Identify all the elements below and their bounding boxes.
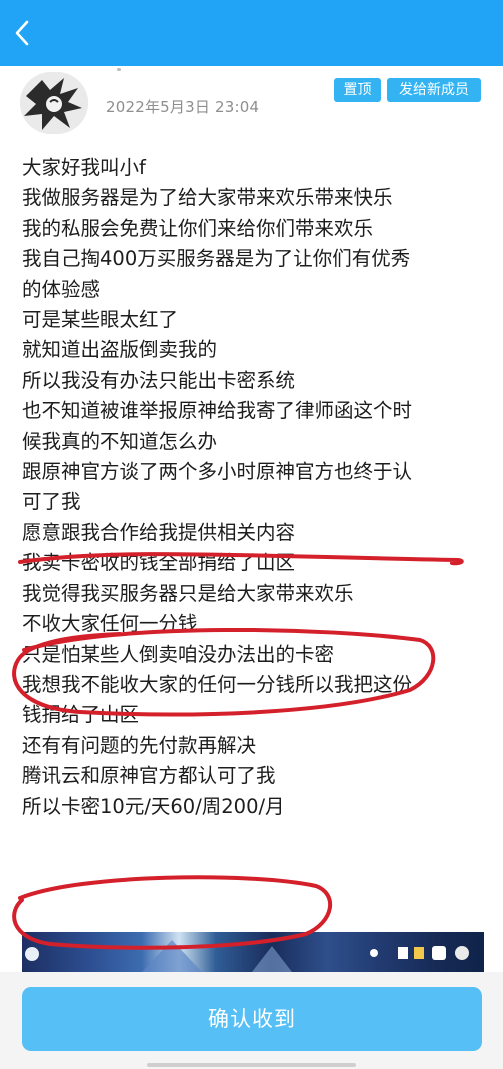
message-line: 只是怕某些人倒卖咱没办法出的卡密 (22, 642, 335, 666)
confirm-received-button[interactable]: 确认收到 (22, 987, 482, 1051)
message-line: 我的私服会免费让你们来给你们带来欢乐 (22, 216, 374, 240)
message-line: 就知道出盗版倒卖我的 (22, 338, 218, 362)
message-line: 腾讯云和原神官方都认可了我 (22, 764, 276, 788)
post-message: 大家好我叫小f 我做服务器是为了给大家带来欢乐带来快乐 我的私服会免费让你们来给… (22, 153, 482, 822)
message-line: 我卖卡密收的钱全部捐给了山区 (22, 551, 296, 575)
game-screenshot-strip (22, 932, 484, 972)
message-line: 大家好我叫小f (22, 156, 146, 179)
message-line: 还有有问题的先付款再解决 (22, 733, 257, 757)
post-date: 2022年5月3日 23:04 (106, 98, 260, 116)
send-to-new-members-tag[interactable]: 发给新成员 (387, 78, 481, 102)
top-bar (0, 0, 503, 66)
message-line: 的体验感 (22, 277, 101, 301)
message-line: 所以卡密10元/天60/周200/月 (22, 794, 285, 818)
message-line: 可是某些眼太红了 (22, 308, 179, 332)
avatar[interactable] (20, 72, 88, 134)
pin-tag[interactable]: 置顶 (334, 78, 381, 102)
message-line: 我做服务器是为了给大家带来欢乐带来快乐 (22, 186, 393, 210)
chevron-left-icon (15, 20, 29, 46)
back-button[interactable] (10, 18, 34, 48)
message-line: 钱捐给了山区 (22, 703, 140, 727)
message-line: 所以我没有办法只能出卡密系统 (22, 368, 296, 392)
message-line: 愿意跟我合作给我提供相关内容 (22, 520, 296, 544)
message-line: 我觉得我买服务器只是给大家带来欢乐 (22, 581, 354, 605)
home-indicator (147, 1063, 356, 1067)
message-line: 我自己掏400万买服务器是为了让你们有优秀 (22, 247, 411, 271)
message-line: 我想我不能收大家的任何一分钱所以我把这份 (22, 672, 413, 696)
username-fragment (117, 68, 121, 71)
message-line: 候我真的不知道怎么办 (22, 429, 218, 453)
message-line: 也不知道被谁举报原神给我寄了律师函这个时 (22, 399, 413, 423)
message-line: 不收大家任何一分钱 (22, 612, 198, 636)
post-card: 2022年5月3日 23:04 置顶 发给新成员 大家好我叫小f 我做服务器是为… (0, 66, 503, 972)
message-line: 可了我 (22, 490, 81, 514)
message-line: 跟原神官方谈了两个多小时原神官方也终于认 (22, 460, 413, 484)
